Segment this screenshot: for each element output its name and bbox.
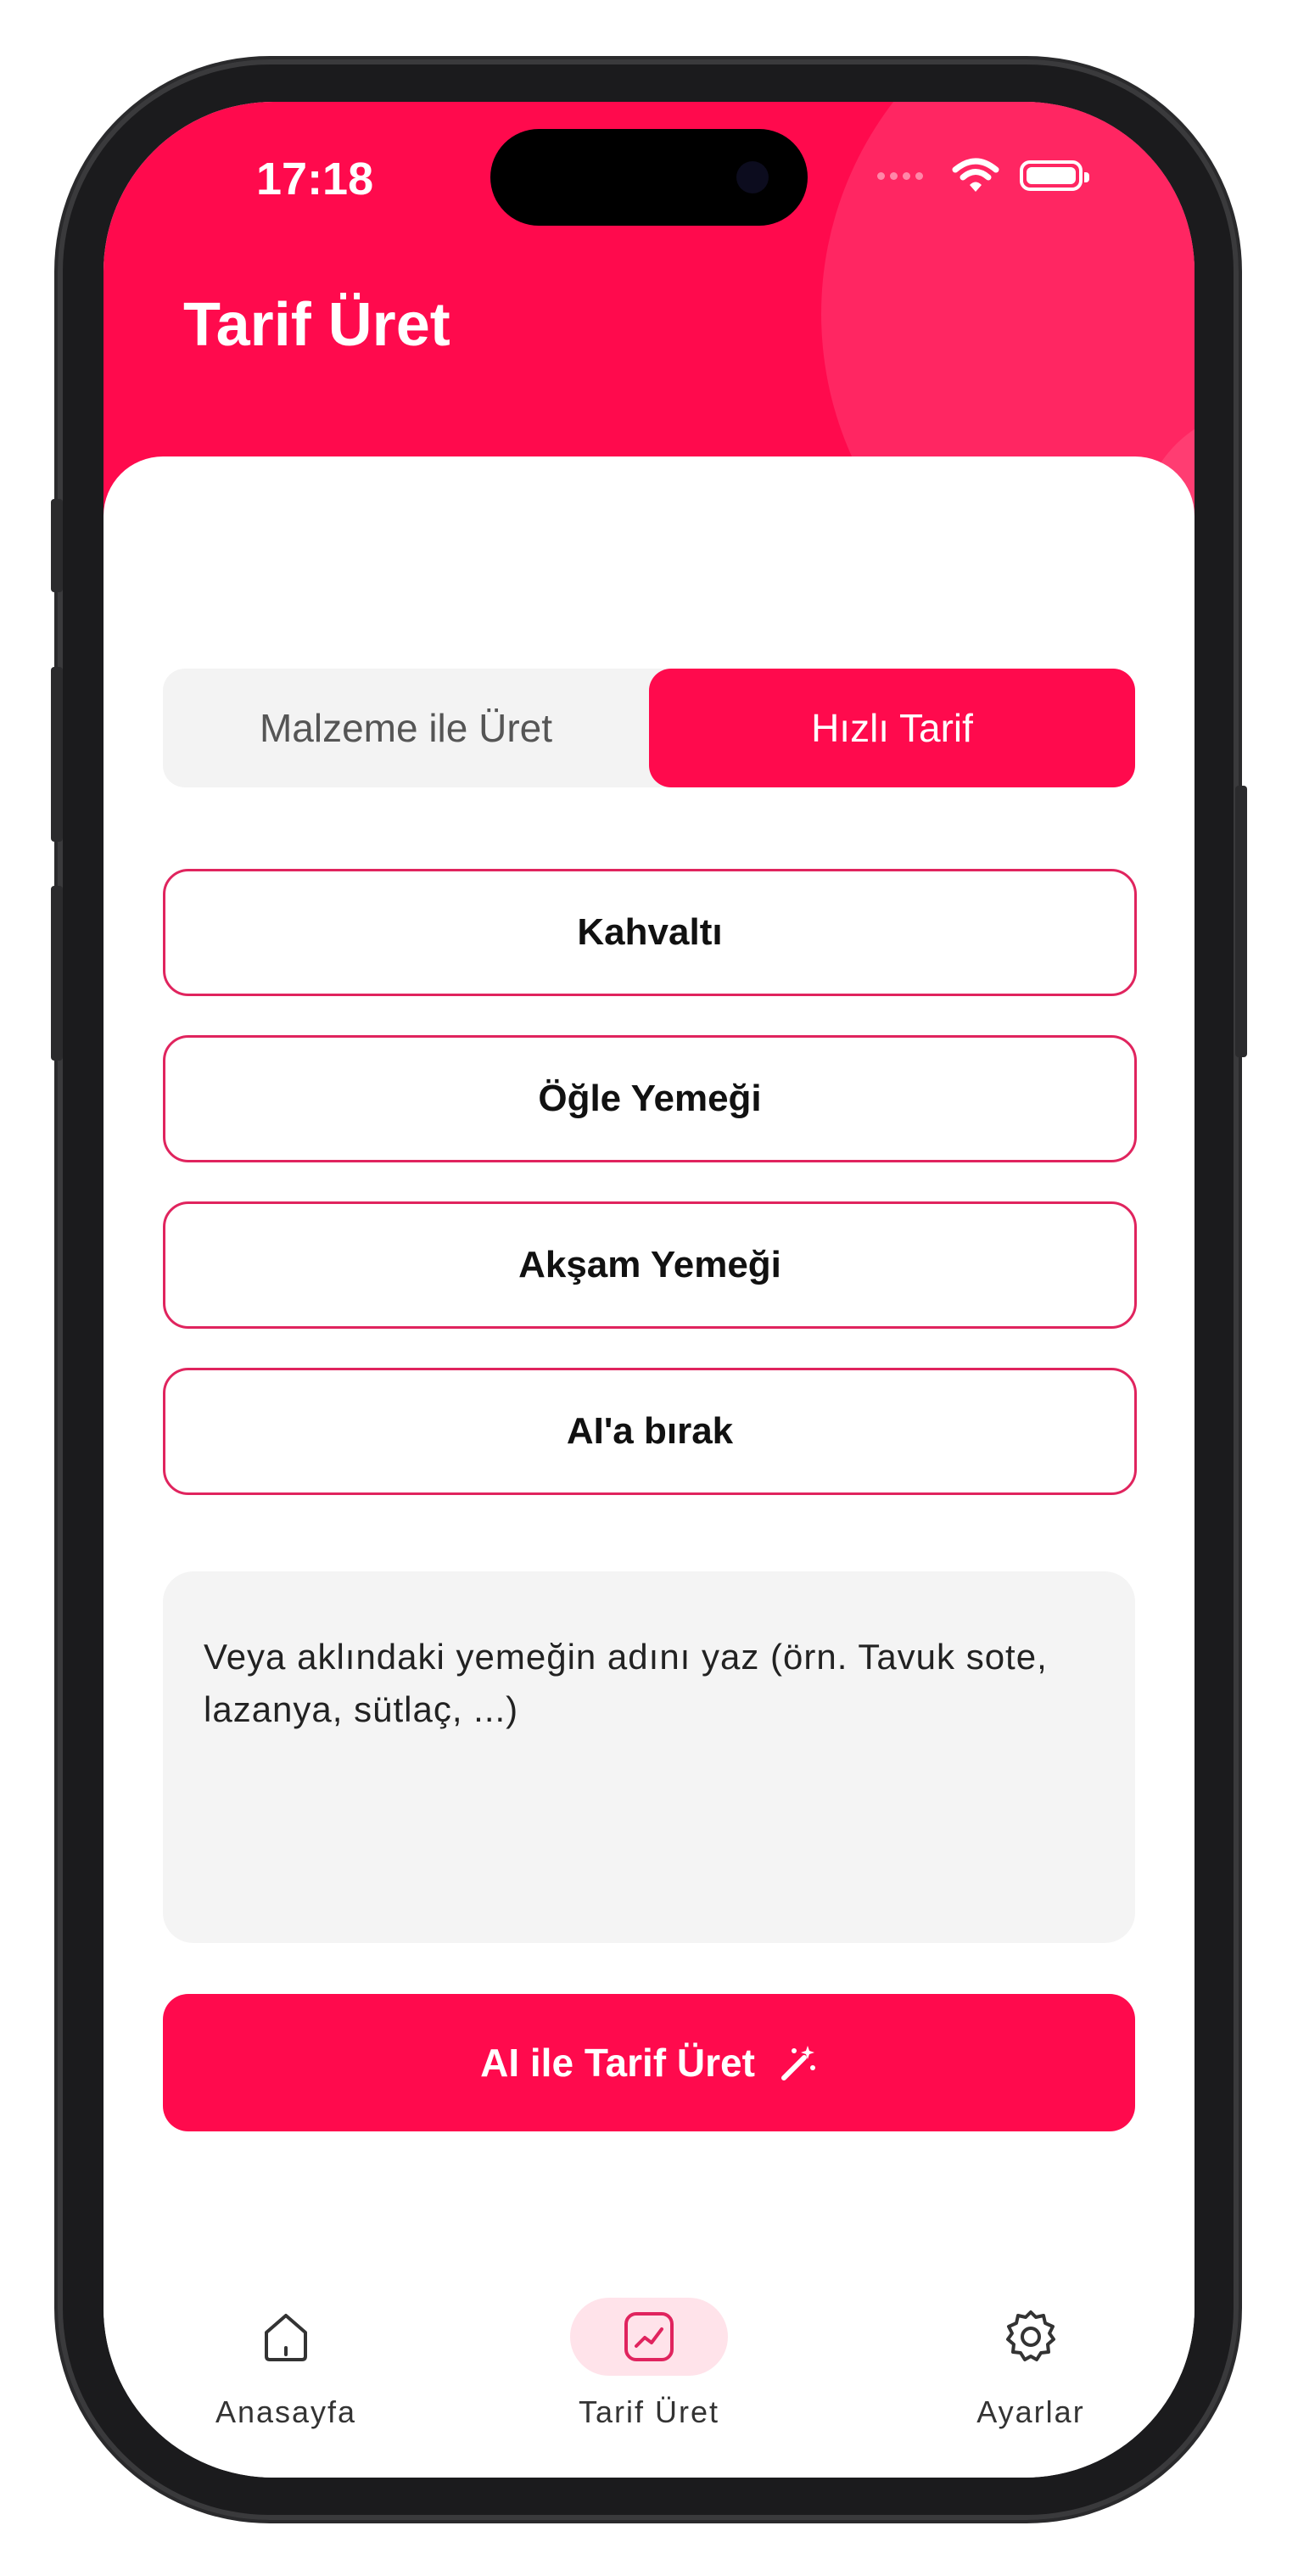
- magic-wand-icon: [780, 2046, 815, 2080]
- generate-recipe-button[interactable]: AI ile Tarif Üret: [163, 1994, 1135, 2131]
- option-ai-birak[interactable]: AI'a bırak: [163, 1368, 1137, 1495]
- content-card: Malzeme ile Üret Hızlı Tarif Kahvaltı Öğ…: [104, 456, 1194, 2478]
- option-ogle-yemegi[interactable]: Öğle Yemeği: [163, 1035, 1137, 1162]
- tab-anasayfa[interactable]: Anasayfa: [207, 2298, 365, 2430]
- gear-icon: [1006, 2310, 1055, 2361]
- tab-label-anasayfa: Anasayfa: [215, 2394, 357, 2429]
- screen: 17:18 Tarif Üret Malzeme ile Üret Hızlı …: [104, 102, 1194, 2478]
- camera-icon: [736, 161, 769, 193]
- tab-ayarlar[interactable]: Ayarlar: [952, 2298, 1110, 2430]
- tab-hizli-tarif[interactable]: Hızlı Tarif: [649, 669, 1135, 787]
- wifi-icon: [952, 158, 999, 192]
- tab-tarif-uret[interactable]: Tarif Üret: [570, 2298, 728, 2430]
- option-kahvalti[interactable]: Kahvaltı: [163, 869, 1137, 996]
- gear-icon-wrap: [952, 2298, 1110, 2376]
- signal-icon: [877, 171, 923, 180]
- tab-label-tarif-uret: Tarif Üret: [578, 2394, 720, 2429]
- battery-icon: [1020, 160, 1089, 191]
- generate-button-label: AI ile Tarif Üret: [480, 2041, 755, 2085]
- home-icon: [265, 2314, 307, 2361]
- bottom-tab-bar: Anasayfa Tarif Üret Ayarlar: [104, 2298, 1194, 2467]
- tab-malzeme-ile-uret[interactable]: Malzeme ile Üret: [163, 669, 649, 787]
- status-icons: [877, 158, 1089, 193]
- chart-icon: [624, 2312, 674, 2361]
- page-title: Tarif Üret: [183, 291, 450, 359]
- dish-name-input[interactable]: Veya aklındaki yemeğin adını yaz (örn. T…: [163, 1571, 1135, 1943]
- volume-down-button: [51, 886, 63, 1061]
- chart-icon-wrap: [570, 2298, 728, 2376]
- mode-segmented-control: Malzeme ile Üret Hızlı Tarif: [163, 669, 1135, 787]
- home-icon-wrap: [207, 2298, 365, 2376]
- tab-label-ayarlar: Ayarlar: [976, 2394, 1085, 2429]
- volume-up-button: [51, 667, 63, 842]
- option-aksam-yemegi[interactable]: Akşam Yemeği: [163, 1201, 1137, 1329]
- mute-switch: [51, 499, 63, 592]
- power-button: [1235, 786, 1247, 1057]
- status-time: 17:18: [256, 154, 374, 204]
- dynamic-island: [490, 129, 808, 226]
